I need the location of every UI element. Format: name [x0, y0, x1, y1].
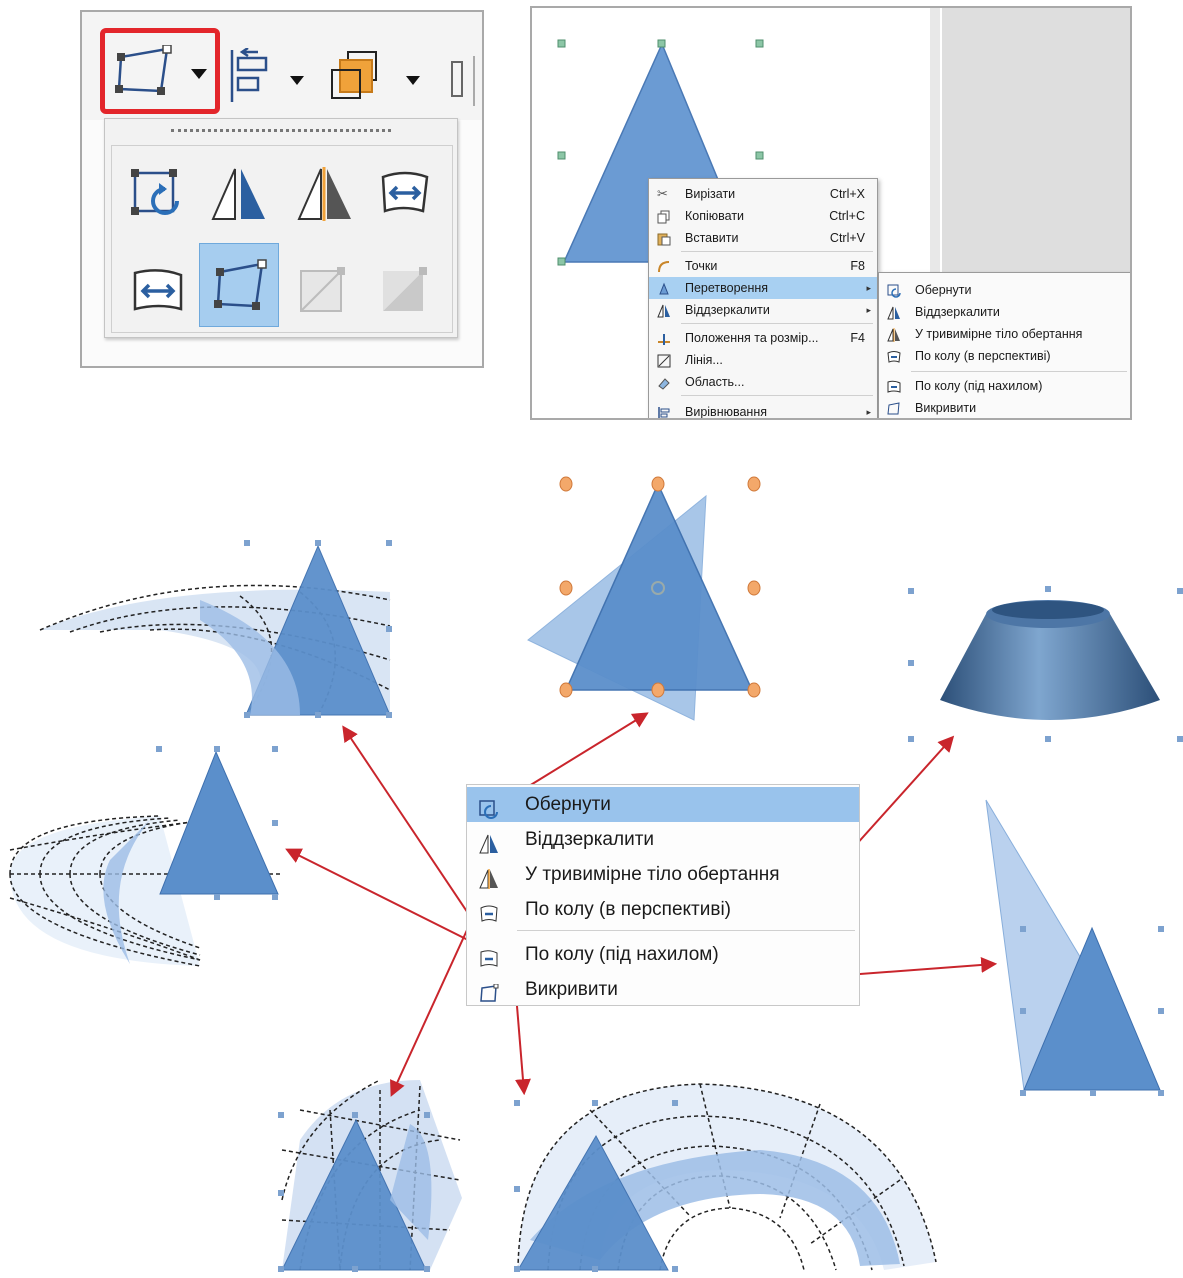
circle-slant-icon[interactable]	[131, 267, 185, 315]
menu-item-position-size[interactable]: Положення та розмір... F4	[649, 327, 877, 349]
menu-item-cut[interactable]: ✂ Вирізати Ctrl+X	[649, 183, 877, 205]
flip-icon	[657, 303, 671, 318]
submenu-arrow-icon: ▸	[866, 283, 871, 293]
circle-slant-example-bottom	[278, 1079, 462, 1272]
submenu-item-flip[interactable]: Віддзеркалити	[879, 301, 1130, 323]
align-left-icon	[230, 48, 268, 102]
distort-icon	[115, 45, 172, 95]
submenu-item-rotate[interactable]: Обернути	[467, 787, 859, 822]
menu-item-line[interactable]: Лінія...	[649, 349, 877, 371]
submenu-arrow-icon: ▸	[866, 305, 871, 315]
menu-separator	[681, 323, 873, 324]
transform-icon	[657, 281, 671, 295]
circle-perspective-icon	[479, 901, 498, 922]
3d-rotation-object-icon	[479, 866, 498, 889]
submenu-item-3d-rotation[interactable]: У тривимірне тіло обертання	[879, 323, 1130, 345]
menu-separator	[681, 395, 873, 396]
rotate-icon	[479, 796, 498, 819]
circle-perspective-icon	[887, 349, 901, 363]
circle-perspective-icon[interactable]	[379, 169, 431, 219]
3d-rotation-object-icon	[887, 327, 901, 342]
paste-icon	[657, 231, 671, 246]
submenu-item-circle-perspective[interactable]: По колу (в перспективі)	[467, 892, 859, 927]
distort-tool-selected[interactable]	[199, 243, 279, 327]
enlarged-transform-submenu: Обернути Віддзеркалити У тривимірне тіло…	[466, 784, 860, 1006]
flip-icon[interactable]	[211, 167, 267, 221]
context-menu-panel: ✂ Вирізати Ctrl+X Копіювати Ctrl+C Встав…	[530, 6, 1132, 420]
toolbar-panel	[80, 10, 484, 368]
area-icon	[657, 375, 671, 390]
distort-example	[985, 799, 1164, 1096]
palette-grip[interactable]	[171, 129, 391, 135]
transform-submenu: Обернути Віддзеркалити У тривимірне тіло…	[878, 272, 1130, 418]
align-icon	[657, 405, 671, 418]
outside-page-area	[942, 8, 1130, 278]
rotate-icon	[887, 283, 901, 298]
partial-toolbar-icon	[451, 56, 475, 106]
rotate-example	[527, 476, 761, 721]
menu-item-area[interactable]: Область...	[649, 371, 877, 393]
flip-icon	[887, 305, 901, 320]
align-objects-button[interactable]	[228, 48, 308, 108]
transformations-palette	[104, 118, 458, 338]
points-icon	[657, 259, 671, 273]
submenu-item-distort[interactable]: Викривити	[879, 397, 1130, 418]
distort-icon	[887, 401, 901, 415]
chevron-down-icon	[406, 76, 420, 85]
chevron-down-icon	[290, 76, 304, 85]
menu-item-points[interactable]: Точки F8	[649, 255, 877, 277]
submenu-item-circle-perspective[interactable]: По колу (в перспективі)	[879, 345, 1130, 367]
position-size-icon	[657, 331, 671, 345]
submenu-item-circle-slant[interactable]: По колу (під нахилом)	[879, 375, 1130, 397]
context-menu: ✂ Вирізати Ctrl+X Копіювати Ctrl+C Встав…	[648, 178, 878, 418]
chevron-down-icon	[191, 69, 207, 79]
transformations-dropdown-button[interactable]	[100, 28, 220, 114]
submenu-item-circle-slant[interactable]: По колу (під нахилом)	[467, 937, 859, 972]
menu-separator	[911, 371, 1127, 372]
distort-icon	[479, 981, 499, 1002]
3d-rotation-object-icon[interactable]	[297, 167, 353, 221]
3d-rotation-example	[908, 586, 1183, 742]
circle-slant-example-top	[39, 540, 392, 718]
arrange-button[interactable]	[328, 48, 428, 108]
menu-separator	[681, 251, 873, 252]
submenu-item-rotate[interactable]: Обернути	[879, 279, 1130, 301]
circle-slant-icon	[479, 946, 498, 967]
submenu-arrow-icon: ▸	[866, 407, 871, 417]
rotate-icon[interactable]	[131, 167, 185, 221]
circle-perspective-example-left	[9, 746, 280, 967]
menu-item-copy[interactable]: Копіювати Ctrl+C	[649, 205, 877, 227]
menu-item-align[interactable]: Вирівнювання ▸	[649, 401, 877, 418]
menu-separator	[517, 930, 855, 931]
menu-item-transformations[interactable]: Перетворення ▸	[649, 277, 877, 299]
bring-to-front-icon	[331, 51, 377, 99]
line-icon	[657, 353, 671, 368]
circle-perspective-example-bottom	[514, 1083, 937, 1272]
menu-item-paste[interactable]: Вставити Ctrl+V	[649, 227, 877, 249]
flip-icon	[479, 831, 498, 854]
set-to-circle-icon-disabled	[300, 267, 345, 312]
submenu-item-distort[interactable]: Викривити	[467, 972, 859, 1007]
submenu-item-flip[interactable]: Віддзеркалити	[467, 822, 859, 857]
scissors-icon: ✂	[657, 186, 668, 201]
copy-icon	[657, 209, 671, 224]
menu-item-flip[interactable]: Віддзеркалити ▸	[649, 299, 877, 321]
distort-icon	[214, 259, 267, 310]
circle-slant-icon	[887, 379, 901, 393]
transparency-gradient-icon-disabled	[383, 267, 427, 311]
submenu-item-3d-rotation[interactable]: У тривимірне тіло обертання	[467, 857, 859, 892]
